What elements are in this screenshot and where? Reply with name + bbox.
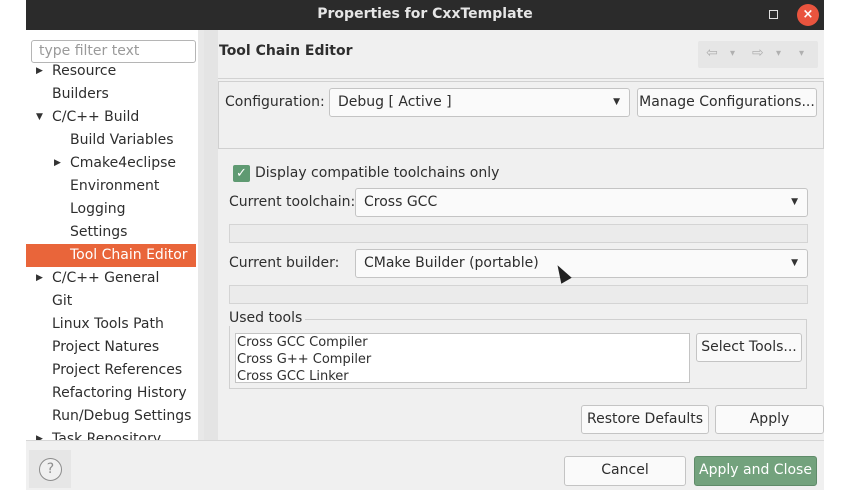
title-bar: Properties for CxxTemplate ×	[26, 0, 824, 30]
used-tools-label: Used tools	[229, 310, 306, 326]
toolchain-label: Current toolchain:	[229, 194, 356, 210]
history-nav: ⇦ ▾ ⇨ ▾ ▾	[698, 41, 818, 68]
tree-item-label: Git	[52, 293, 73, 309]
tree-item-project-references[interactable]: Project References	[26, 359, 196, 382]
tree-item-environment[interactable]: Environment	[26, 175, 196, 198]
page-title: Tool Chain Editor	[219, 43, 353, 59]
builder-info-strip	[229, 285, 808, 304]
display-compatible-label: Display compatible toolchains only	[255, 165, 500, 181]
tree-item-cpp-build[interactable]: ▼ C/C++ Build	[26, 106, 196, 129]
list-item[interactable]: Cross G++ Compiler	[236, 351, 689, 368]
apply-button[interactable]: Apply	[715, 405, 824, 434]
tree-item-logging[interactable]: Logging	[26, 198, 196, 221]
back-arrow-icon[interactable]: ⇦	[706, 45, 718, 61]
tree-item-settings[interactable]: Settings	[26, 221, 196, 244]
restore-defaults-button[interactable]: Restore Defaults	[581, 405, 709, 434]
tree-item-cpp-general[interactable]: ▶ C/C++ General	[26, 267, 196, 290]
back-menu-icon[interactable]: ▾	[730, 48, 735, 59]
forward-arrow-icon[interactable]: ⇨	[752, 45, 764, 61]
dropdown-arrow-icon: ▼	[791, 258, 798, 268]
configuration-select[interactable]: Debug [ Active ] ▼	[329, 88, 630, 117]
window-title: Properties for CxxTemplate	[317, 6, 533, 22]
help-icon[interactable]: ?	[39, 458, 62, 481]
builder-select[interactable]: CMake Builder (portable) ▼	[355, 249, 808, 278]
maximize-icon[interactable]	[769, 10, 778, 19]
tree-item-label: Linux Tools Path	[52, 316, 164, 332]
list-item[interactable]: Cross GCC Compiler	[236, 334, 689, 351]
chevron-down-icon[interactable]: ▼	[36, 106, 46, 129]
cancel-button[interactable]: Cancel	[564, 456, 686, 486]
title-divider	[218, 78, 824, 79]
properties-dialog: type filter text ▶ Resource Builders ▼ C…	[26, 30, 824, 490]
tree-item-builders[interactable]: Builders	[26, 83, 196, 106]
tree-item-label: Build Variables	[70, 132, 174, 148]
tree-item-label: Tool Chain Editor	[70, 247, 188, 263]
tree-item-label: Cmake4eclipse	[70, 155, 177, 171]
toolchain-select[interactable]: Cross GCC ▼	[355, 188, 808, 217]
display-compatible-checkbox[interactable]: ✓	[233, 165, 250, 182]
toolchain-info-strip	[229, 224, 808, 243]
configuration-value: Debug [ Active ]	[338, 94, 452, 110]
tree-item-label: Project Natures	[52, 339, 160, 355]
tree-item-project-natures[interactable]: Project Natures	[26, 336, 196, 359]
configuration-label: Configuration:	[225, 94, 325, 110]
tree-item-resource[interactable]: ▶ Resource	[26, 60, 196, 83]
tree-item-label: Builders	[52, 86, 109, 102]
tree-item-label: Environment	[70, 178, 160, 194]
tree-item-label: Refactoring History	[52, 385, 187, 401]
builder-label: Current builder:	[229, 255, 340, 271]
tree-item-cmake4eclipse[interactable]: ▶ Cmake4eclipse	[26, 152, 196, 175]
tree-item-label: C/C++ General	[52, 270, 160, 286]
toolchain-value: Cross GCC	[364, 194, 438, 210]
tree-item-label: Project References	[52, 362, 183, 378]
manage-configurations-button[interactable]: Manage Configurations...	[637, 88, 817, 117]
tree-item-label: Settings	[70, 224, 128, 240]
close-icon[interactable]: ×	[797, 4, 819, 26]
used-tools-list[interactable]: Cross GCC Compiler Cross G++ Compiler Cr…	[235, 333, 690, 383]
tree-item-label: C/C++ Build	[52, 109, 140, 125]
tree-item-tool-chain-editor[interactable]: Tool Chain Editor	[26, 244, 196, 267]
tree-item-task-repository[interactable]: ▶ Task Repository	[26, 428, 196, 440]
tree-item-linux-tools-path[interactable]: Linux Tools Path	[26, 313, 196, 336]
apply-and-close-button[interactable]: Apply and Close	[694, 456, 817, 486]
property-page: Tool Chain Editor ⇦ ▾ ⇨ ▾ ▾ Configuratio…	[218, 30, 824, 440]
view-menu-icon[interactable]: ▾	[799, 48, 804, 59]
footer-divider	[26, 440, 824, 441]
tree-item-label: Logging	[70, 201, 126, 217]
category-tree-panel: type filter text ▶ Resource Builders ▼ C…	[26, 30, 198, 440]
tree-item-run-debug-settings[interactable]: Run/Debug Settings	[26, 405, 196, 428]
select-tools-button[interactable]: Select Tools...	[696, 333, 802, 362]
dropdown-arrow-icon: ▼	[791, 197, 798, 207]
tree-item-label: Run/Debug Settings	[52, 408, 192, 424]
list-item[interactable]: Cross GCC Linker	[236, 368, 689, 382]
tree-item-git[interactable]: Git	[26, 290, 196, 313]
tree-item-label: Resource	[52, 63, 117, 79]
chevron-right-icon[interactable]: ▶	[36, 267, 46, 290]
builder-value: CMake Builder (portable)	[364, 255, 539, 271]
chevron-right-icon[interactable]: ▶	[36, 60, 46, 83]
chevron-right-icon[interactable]: ▶	[36, 428, 46, 440]
tree-item-refactoring-history[interactable]: Refactoring History	[26, 382, 196, 405]
tree-item-label: Task Repository	[52, 431, 162, 440]
dropdown-arrow-icon: ▼	[613, 97, 620, 107]
tree-item-build-variables[interactable]: Build Variables	[26, 129, 196, 152]
forward-menu-icon[interactable]: ▾	[776, 48, 781, 59]
chevron-right-icon[interactable]: ▶	[54, 152, 64, 175]
